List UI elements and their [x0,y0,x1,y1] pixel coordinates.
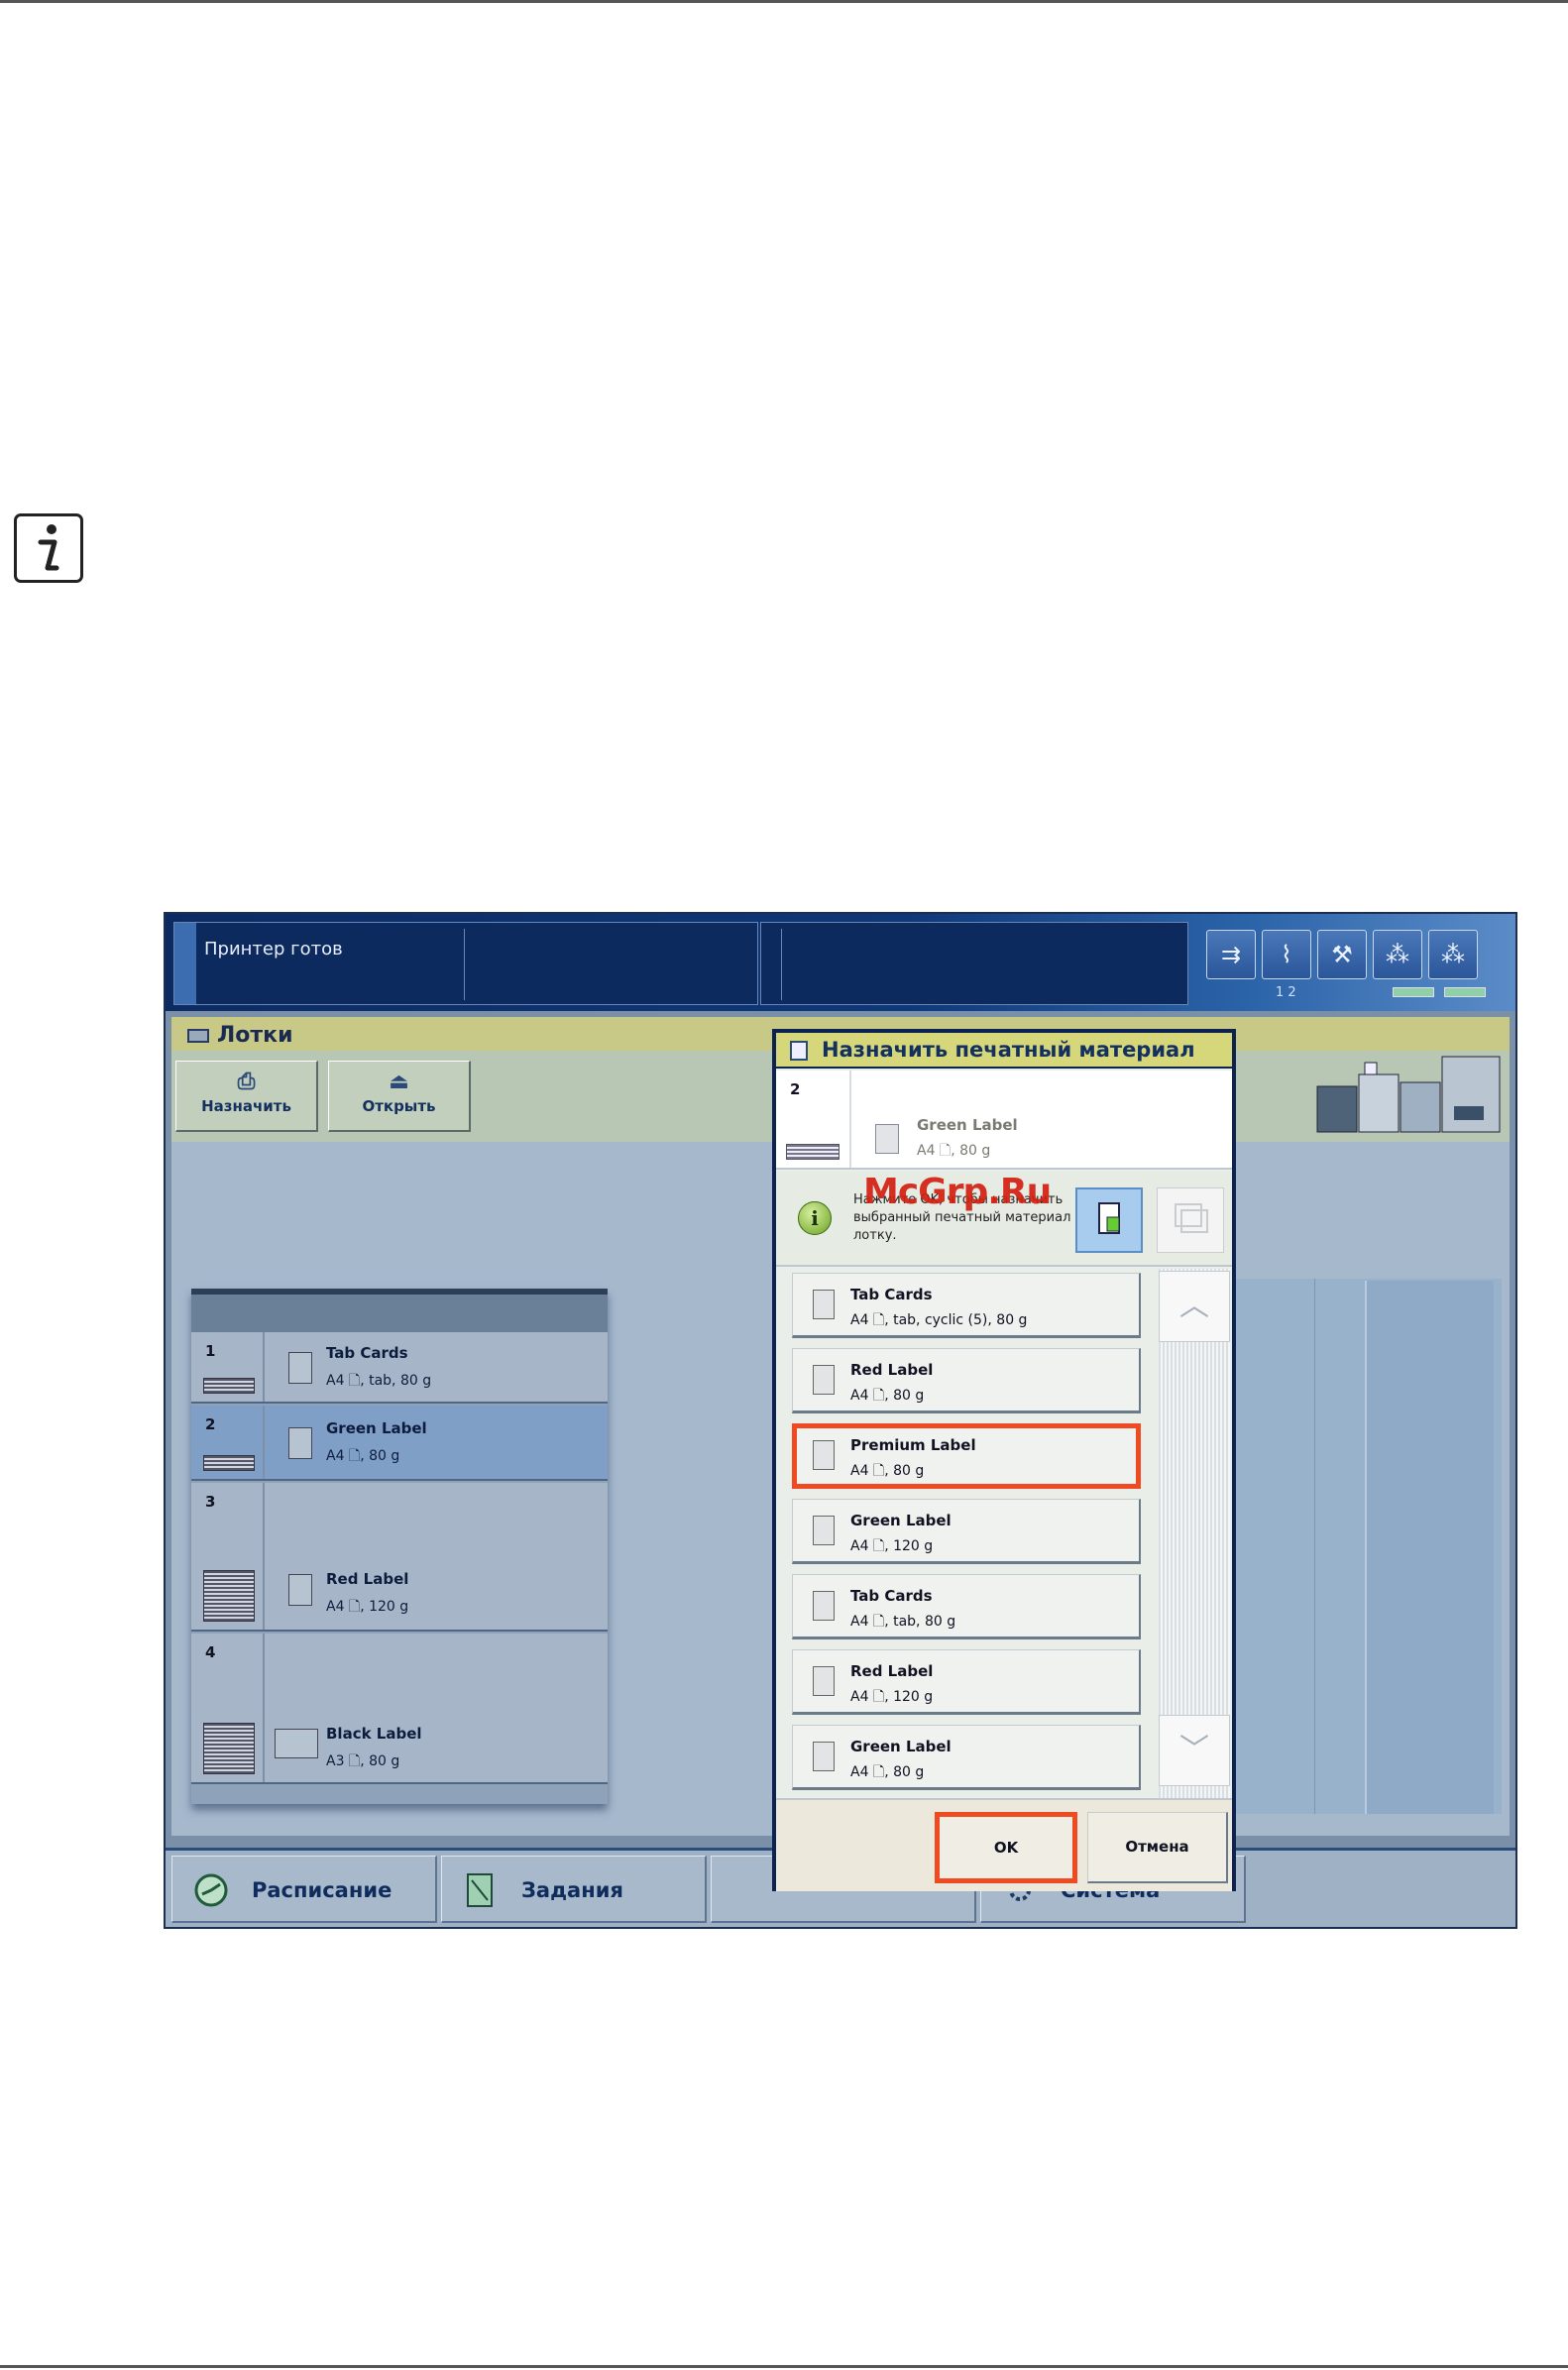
media-item[interactable]: Red Label A4 🗋, 80 g [792,1348,1141,1413]
scroll-up-button[interactable]: ︿ [1159,1271,1230,1342]
current-tray-panel: 2 Green Label A4 🗋, 80 g [776,1071,1232,1170]
info-icon: i [798,1201,832,1235]
assign-media-toggle[interactable] [1075,1187,1143,1253]
clock-icon [194,1873,228,1907]
toner-icon-2[interactable]: ⁂ [1428,930,1478,979]
tray-stack-icon [203,1570,255,1622]
dialog-title-icon [790,1041,808,1061]
schedule-button[interactable]: Расписание [171,1856,437,1923]
tray-row-1[interactable]: 1 Tab Cards A4 🗋, tab, 80 g [191,1332,608,1404]
tool-icons: ⇉ ⌇ ⚒ ⁂ ⁂ [1206,930,1478,979]
paper-icon [288,1352,312,1384]
jobs-button[interactable]: Задания [441,1856,707,1923]
machine-tower [1365,1281,1494,1814]
output-numbers: 1 2 [1276,985,1296,1000]
tray-row-4[interactable]: 4 Black Label A3 🗋, 80 g [191,1634,608,1784]
current-tray-number: 2 [790,1080,801,1098]
paper-icon [875,1124,899,1154]
current-media-name: Green Label [917,1116,1018,1134]
tray-row-3[interactable]: 3 Red Label A4 🗋, 120 g [191,1483,608,1632]
ok-button[interactable]: OK [935,1812,1077,1883]
tray-list: 1 Tab Cards A4 🗋, tab, 80 g 2 Green Labe… [191,1289,608,1804]
media-item[interactable]: Green Label A4 🗋, 80 g [792,1725,1141,1790]
copy-icon [1175,1203,1208,1233]
scroll-down-button[interactable]: ﹀ [1159,1715,1230,1786]
eject-icon: ⏏ [389,1070,409,1094]
tray-list-header [191,1289,608,1332]
dialog-info-panel: i Нажмите OK, чтобы назначить выбранный … [776,1172,1232,1267]
dialog-title: Назначить печатный материал [776,1033,1232,1069]
tray-stack-icon [203,1455,255,1471]
paper-icon [813,1440,835,1470]
paper-tray-icon [1098,1202,1120,1234]
media-item-selected[interactable]: Premium Label A4 🗋, 80 g [792,1423,1141,1489]
paper-icon [813,1591,835,1621]
toner-level-bars [1393,987,1486,997]
trays-title: Лотки [217,1023,293,1048]
media-list: Tab Cards A4 🗋, tab, cyclic (5), 80 g Re… [776,1269,1232,1798]
tray-stack-icon [786,1144,840,1160]
page-top-rule [0,0,1568,3]
copy-media-button[interactable] [1157,1187,1224,1253]
status-text: Принтер готов [204,939,343,959]
assign-media-dialog: Назначить печатный материал 2 Green Labe… [772,1029,1236,1891]
assign-icon: ⎙ [237,1070,256,1094]
paper-icon [813,1365,835,1395]
tray-row-2[interactable]: 2 Green Label A4 🗋, 80 g [191,1406,608,1481]
media-item[interactable]: Tab Cards A4 🗋, tab, 80 g [792,1574,1141,1639]
paper-icon [813,1516,835,1545]
tray-stack-icon [203,1723,255,1774]
watermark: McGrp.Ru [863,1172,1052,1212]
cancel-button[interactable]: Отмена [1087,1812,1228,1883]
wrench-icon[interactable]: ⚒ [1317,930,1367,979]
printer-screen: Принтер готов ⇉ ⌇ ⚒ ⁂ ⁂ 1 2 Лотки ⎙ Назн… [164,912,1517,1929]
current-media-spec: A4 🗋, 80 g [917,1143,991,1159]
paper-icon [275,1729,318,1758]
paper-icon [288,1574,312,1606]
status-bar: Принтер готов ⇉ ⌇ ⚒ ⁂ ⁂ 1 2 [166,914,1515,1011]
dialog-footer: OK Отмена [776,1798,1232,1891]
media-item[interactable]: Tab Cards A4 🗋, tab, cyclic (5), 80 g [792,1273,1141,1338]
trays-icon [187,1029,209,1043]
paper-icon [288,1427,312,1459]
tray-stack-icon [203,1378,255,1394]
status-panel-secondary [760,922,1188,1005]
open-button[interactable]: ⏏ Открыть [328,1061,471,1132]
assign-button[interactable]: ⎙ Назначить [175,1061,318,1132]
status-panel: Принтер готов [173,922,758,1005]
printer-queue-icon[interactable]: ⇉ [1206,930,1256,979]
paper-path-icon[interactable]: ⌇ [1262,930,1311,979]
media-item[interactable]: Red Label A4 🗋, 120 g [792,1649,1141,1715]
paper-icon [813,1666,835,1696]
chevron-up-icon: ︿ [1179,1289,1209,1323]
paper-icon [813,1290,835,1319]
page-bottom-rule [0,2365,1568,2368]
media-item[interactable]: Green Label A4 🗋, 120 g [792,1499,1141,1564]
jobs-icon [467,1873,493,1907]
chevron-down-icon: ﹀ [1179,1733,1209,1767]
info-note-icon [14,513,83,583]
toner-icon-1[interactable]: ⁂ [1373,930,1422,979]
printer-machine-icon [1316,1056,1501,1133]
paper-icon [813,1742,835,1771]
